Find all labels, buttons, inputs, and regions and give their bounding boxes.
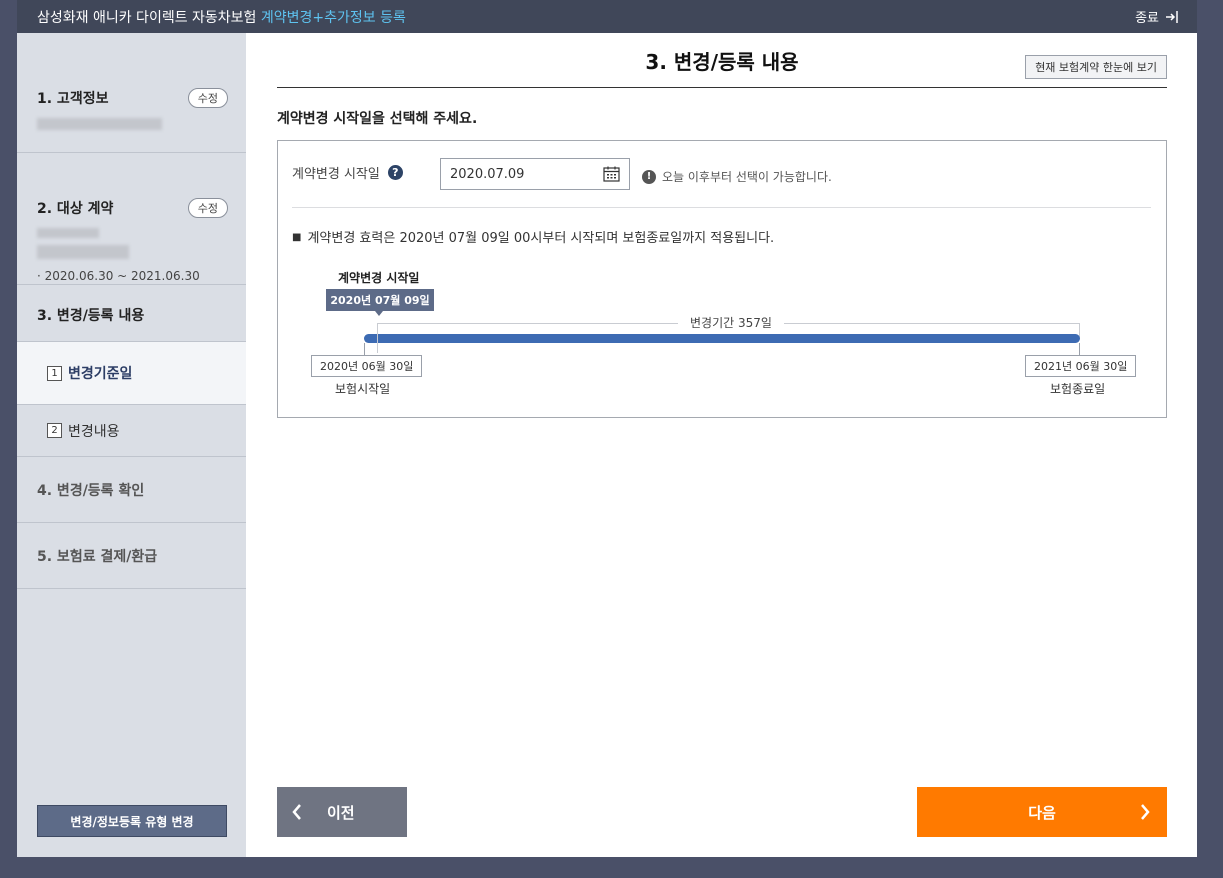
sidebar-step-confirm: 4. 변경/등록 확인 — [17, 457, 246, 523]
close-button[interactable]: 종료 — [1135, 7, 1179, 26]
field-label: 계약변경 시작일 ? — [292, 163, 403, 182]
contract-summary-button[interactable]: 현재 보험계약 한눈에 보기 — [1025, 55, 1167, 79]
timeline-end-date: 2021년 06월 30일 — [1025, 355, 1137, 377]
notice-text: 오늘 이후부터 선택이 가능합니다. — [662, 170, 832, 184]
next-label: 다음 — [1028, 803, 1056, 822]
sidebar-step-contract: 2. 대상 계약 수정 · 2020.06.30 ~ 2021.06.30 — [17, 153, 246, 285]
warning-icon: ! — [642, 169, 656, 184]
edit-customer-button[interactable]: 수정 — [187, 88, 228, 108]
subitem-label: 변경기준일 — [68, 366, 133, 382]
step-label: 1. 고객정보 — [37, 91, 109, 107]
chevron-right-icon — [1141, 804, 1150, 820]
subitem-number: 2 — [47, 423, 62, 438]
chevron-left-icon — [292, 804, 301, 820]
timeline-bar — [364, 334, 1080, 343]
step-label: 4. 변경/등록 확인 — [37, 482, 145, 499]
instruction-text: 계약변경 시작일을 선택해 주세요. — [277, 111, 478, 127]
titlebar: 삼성화재 애니카 다이렉트 자동차보험 계약변경+추가정보 등록 종료 — [17, 0, 1197, 33]
sidebar-subitem-change-date[interactable]: 1 변경기준일 — [17, 341, 246, 405]
date-value: 2020.07.09 — [450, 166, 525, 182]
timeline-tick-start — [364, 343, 365, 355]
timeline-tick-end — [1079, 343, 1080, 355]
app-title-highlight: 계약변경+추가정보 등록 — [260, 9, 406, 26]
app-title-text: 삼성화재 애니카 다이렉트 자동차보험 — [37, 9, 257, 26]
sidebar: 1. 고객정보 수정 2. 대상 계약 수정 · 2020.06.30 ~ 20… — [17, 33, 246, 857]
field-row: 계약변경 시작일 ? — [292, 159, 403, 182]
masked-contract-info — [37, 228, 99, 238]
step-label: 2. 대상 계약 — [37, 201, 114, 217]
masked-customer-info — [37, 118, 162, 130]
subitem-number: 1 — [47, 365, 62, 381]
help-icon[interactable]: ? — [387, 165, 403, 180]
prev-button[interactable]: 이전 — [277, 787, 407, 837]
sidebar-step-change: 3. 변경/등록 내용 — [17, 285, 246, 341]
sidebar-step-customer: 1. 고객정보 수정 — [17, 33, 246, 153]
timeline-start-marker — [377, 323, 378, 353]
contract-period: · 2020.06.30 ~ 2021.06.30 — [37, 269, 200, 283]
date-select-panel: 계약변경 시작일 ? 2020.07.09 ! 오늘 이후부터 선택이 가능합니… — [277, 140, 1167, 418]
timeline-end-label: 보험종료일 — [1050, 382, 1106, 396]
sidebar-subitem-change-content[interactable]: 2 변경내용 — [17, 405, 246, 457]
sidebar-step-payment: 5. 보험료 결제/환급 — [17, 523, 246, 589]
effect-description: ■ 계약변경 효력은 2020년 07월 09일 00시부터 시작되며 보험종료일… — [292, 227, 774, 246]
step-label: 3. 변경/등록 내용 — [37, 308, 145, 324]
prev-label: 이전 — [327, 803, 355, 822]
main-content: 3. 변경/등록 내용 현재 보험계약 한눈에 보기 계약변경 시작일을 선택해… — [246, 33, 1197, 857]
edit-contract-button[interactable]: 수정 — [187, 198, 228, 218]
timeline-start-date: 2020년 06월 30일 — [311, 355, 423, 377]
step-label: 5. 보험료 결제/환급 — [37, 548, 158, 565]
date-notice: ! 오늘 이후부터 선택이 가능합니다. — [642, 168, 832, 185]
app-title: 삼성화재 애니카 다이렉트 자동차보험 계약변경+추가정보 등록 — [37, 7, 406, 27]
exit-arrow-icon — [1166, 10, 1178, 23]
divider — [292, 207, 1151, 208]
close-label: 종료 — [1135, 11, 1159, 26]
tag-pointer — [375, 311, 383, 316]
timeline-period-label: 변경기간 357일 — [678, 314, 784, 331]
calendar-icon[interactable] — [603, 166, 620, 182]
change-type-button[interactable]: 변경/정보등록 유형 변경 — [37, 805, 227, 837]
subitem-label: 변경내용 — [68, 423, 120, 440]
timeline-selected-date: 2020년 07월 09일 — [326, 289, 434, 311]
timeline-caption: 계약변경 시작일 — [338, 271, 420, 285]
next-button[interactable]: 다음 — [917, 787, 1167, 837]
masked-contract-info — [37, 245, 129, 259]
date-input[interactable]: 2020.07.09 — [440, 158, 630, 190]
effect-text: 계약변경 효력은 2020년 07월 09일 00시부터 시작되며 보험종료일까… — [307, 231, 775, 246]
field-label-text: 계약변경 시작일 — [292, 167, 380, 182]
bullet-icon: ■ — [292, 232, 302, 243]
timeline-start-label: 보험시작일 — [335, 382, 391, 396]
